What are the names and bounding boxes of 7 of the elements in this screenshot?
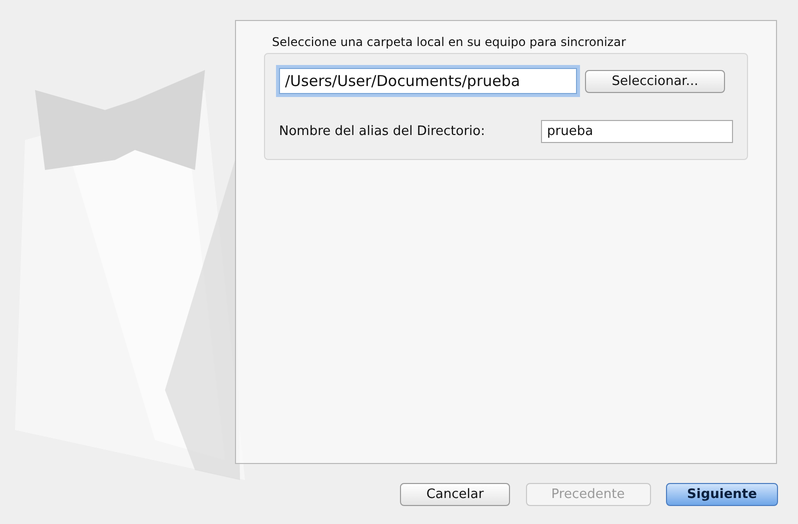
wizard-button[interactable]: Cancelar xyxy=(400,483,510,506)
choose-button[interactable]: Seleccionar... xyxy=(585,70,725,92)
group-title: Seleccione una carpeta local en su equipo para sincronizar xyxy=(271,35,627,49)
wizard-button[interactable]: Siguiente xyxy=(666,483,778,506)
alias-field[interactable]: prueba xyxy=(541,120,733,143)
alias-label: Nombre del alias del Directorio: xyxy=(279,124,486,139)
path-field[interactable]: /Users/User/Documents/prueba xyxy=(279,68,577,94)
